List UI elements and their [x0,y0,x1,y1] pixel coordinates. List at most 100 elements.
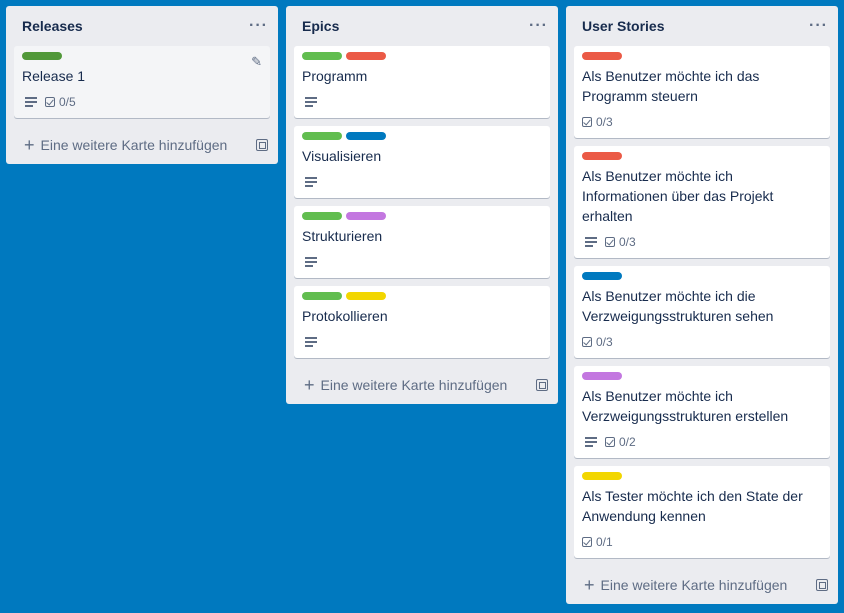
label-green[interactable] [302,52,342,60]
card-badges: 0/3 [582,112,822,132]
card-badges [302,332,542,352]
edit-icon[interactable]: ✎ [251,54,262,70]
list-header[interactable]: User Stories ··· [566,6,838,46]
more-icon[interactable]: ··· [529,18,548,34]
checklist-icon [605,437,615,447]
card-badges: 0/3 [582,332,822,352]
label-red[interactable] [582,152,622,160]
card[interactable]: Als Benutzer möchte ich die Verzweigungs… [574,266,830,358]
list-releases: Releases ··· Release 1 0/5 ✎ + Eine weitere K… [6,6,278,164]
list-user-stories: User Stories ··· Als Benutzer möchte ich … [566,6,838,604]
card-title: Als Benutzer möchte ich die Verzweigungs… [582,288,774,324]
label-purple[interactable] [346,212,386,220]
card-badges [302,92,542,112]
list-header[interactable]: Epics ··· [286,6,558,46]
list-title[interactable]: Epics [302,18,339,34]
checklist-count: 0/3 [619,235,636,249]
card-list: Programm Visualisieren Strukturieren Protok… [286,46,558,358]
label-blue[interactable] [346,132,386,140]
card-title: Programm [302,68,368,84]
description-icon [305,337,317,347]
card-labels [582,472,822,480]
card[interactable]: Als Benutzer möchte ich Verzweigungsstru… [574,366,830,458]
checklist-count: 0/5 [59,95,76,109]
add-card-label: Eine weitere Karte hinzufügen [600,577,788,593]
card-title: Release 1 [22,68,86,84]
label-yellow[interactable] [582,472,622,480]
description-icon [25,97,37,107]
description-icon [305,97,317,107]
template-icon[interactable] [536,379,548,391]
checklist-count: 0/3 [596,115,613,129]
card-list: Release 1 0/5 ✎ [6,46,278,118]
add-card-label: Eine weitere Karte hinzufügen [40,137,228,153]
card-labels [22,52,262,60]
card-badges: 0/5 [22,92,262,112]
card[interactable]: Als Benutzer möchte ich das Programm ste… [574,46,830,138]
card-labels [302,292,542,300]
add-card-button[interactable]: + Eine weitere Karte hinzufügen [286,366,558,404]
label-yellow[interactable] [346,292,386,300]
checklist-badge: 0/3 [605,235,636,249]
card-title: Als Benutzer möchte ich das Programm ste… [582,68,760,104]
plus-icon: + [24,135,35,155]
description-badge [22,97,37,107]
card[interactable]: Protokollieren [294,286,550,358]
card-title: Strukturieren [302,228,383,244]
checklist-icon [582,117,592,127]
card-labels [302,212,542,220]
card-title: Als Tester möchte ich den State der Anwe… [582,488,803,524]
list-epics: Epics ··· Programm Visualisieren Strukturie… [286,6,558,404]
description-badge [582,437,597,447]
list-title[interactable]: User Stories [582,18,664,34]
list-header[interactable]: Releases ··· [6,6,278,46]
card-title: Visualisieren [302,148,382,164]
template-icon[interactable] [816,579,828,591]
add-card-button[interactable]: + Eine weitere Karte hinzufügen [566,566,838,604]
checklist-icon [582,337,592,347]
label-purple[interactable] [582,372,622,380]
more-icon[interactable]: ··· [809,18,828,34]
checklist-count: 0/2 [619,435,636,449]
checklist-icon [605,237,615,247]
label-red[interactable] [346,52,386,60]
checklist-icon [582,537,592,547]
description-icon [585,437,597,447]
card-list: Als Benutzer möchte ich das Programm ste… [566,46,838,558]
card-badges: 0/2 [582,432,822,452]
card-title: Als Benutzer möchte ich Verzweigungsstru… [582,388,789,424]
description-badge [302,257,317,267]
plus-icon: + [304,375,315,395]
card-badges: 0/3 [582,232,822,252]
checklist-badge: 0/3 [582,335,613,349]
description-badge [302,337,317,347]
label-green[interactable] [302,212,342,220]
card-labels [582,372,822,380]
card[interactable]: Als Tester möchte ich den State der Anwe… [574,466,830,558]
checklist-count: 0/1 [596,535,613,549]
card[interactable]: Visualisieren [294,126,550,198]
label-green[interactable] [302,292,342,300]
card[interactable]: Als Benutzer möchte ich Informationen üb… [574,146,830,258]
add-card-button[interactable]: + Eine weitere Karte hinzufügen [6,126,278,164]
description-badge [302,97,317,107]
card[interactable]: Programm [294,46,550,118]
label-green[interactable] [302,132,342,140]
add-card-left: + Eine weitere Karte hinzufügen [304,376,507,394]
add-card-left: + Eine weitere Karte hinzufügen [24,136,227,154]
description-icon [305,177,317,187]
more-icon[interactable]: ··· [249,18,268,34]
card[interactable]: Strukturieren [294,206,550,278]
add-card-label: Eine weitere Karte hinzufügen [320,377,508,393]
template-icon[interactable] [256,139,268,151]
card[interactable]: Release 1 0/5 ✎ [14,46,270,118]
label-red[interactable] [582,52,622,60]
label-green_dark[interactable] [22,52,62,60]
list-title[interactable]: Releases [22,18,83,34]
card-labels [302,132,542,140]
card-labels [302,52,542,60]
checklist-badge: 0/3 [582,115,613,129]
card-badges [302,252,542,272]
description-badge [302,177,317,187]
label-blue[interactable] [582,272,622,280]
